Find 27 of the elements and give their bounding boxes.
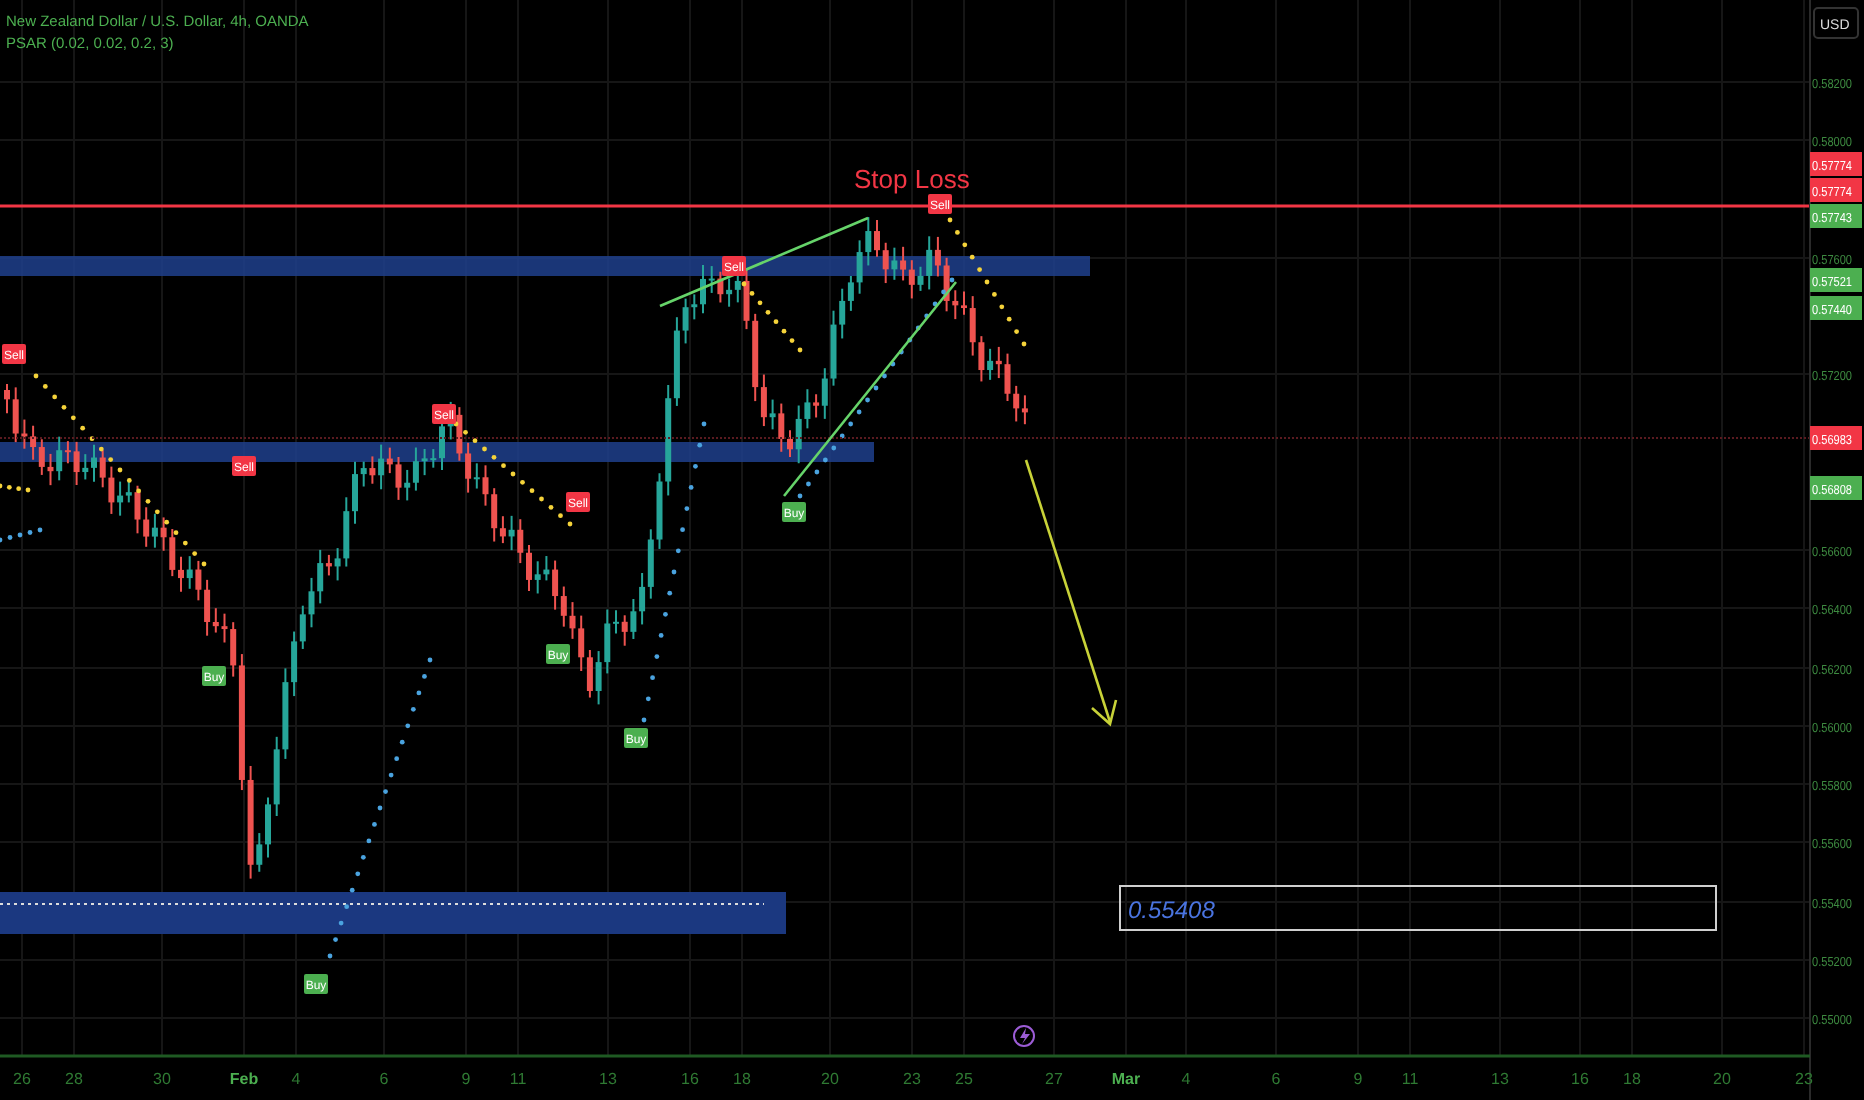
- time-axis-label: 6: [1271, 1070, 1281, 1088]
- time-axis-label: 16: [681, 1070, 699, 1088]
- time-axis-label: 16: [1571, 1070, 1589, 1088]
- time-axis-label: 23: [903, 1070, 921, 1088]
- time-axis-label: 6: [379, 1070, 389, 1088]
- time-axis-label: 4: [1181, 1070, 1191, 1088]
- time-axis-label: 9: [1353, 1070, 1363, 1088]
- time-axis-label: 9: [461, 1070, 471, 1088]
- stop-loss-label: Stop Loss: [854, 164, 970, 194]
- time-axis-label: 13: [1491, 1070, 1509, 1088]
- time-axis-label: Mar: [1111, 1070, 1141, 1088]
- time-axis-label: 26: [13, 1070, 31, 1088]
- time-axis-label: 11: [1401, 1070, 1419, 1088]
- target-price-box: 0.55408: [1119, 885, 1717, 931]
- time-axis-label: 23: [1795, 1070, 1813, 1088]
- time-axis-label: Feb: [229, 1070, 259, 1088]
- time-axis-label: 11: [509, 1070, 527, 1088]
- time-axis-label: 30: [153, 1070, 171, 1088]
- time-axis-label: 28: [65, 1070, 83, 1088]
- time-axis-label: 13: [599, 1070, 617, 1088]
- time-axis-label: 20: [1713, 1070, 1731, 1088]
- time-axis-label: 25: [955, 1070, 973, 1088]
- time-axis-label: 18: [733, 1070, 751, 1088]
- time-axis-label: 20: [821, 1070, 839, 1088]
- time-axis-label: 27: [1045, 1070, 1063, 1088]
- time-axis-label: 4: [291, 1070, 301, 1088]
- time-axis-label: 18: [1623, 1070, 1641, 1088]
